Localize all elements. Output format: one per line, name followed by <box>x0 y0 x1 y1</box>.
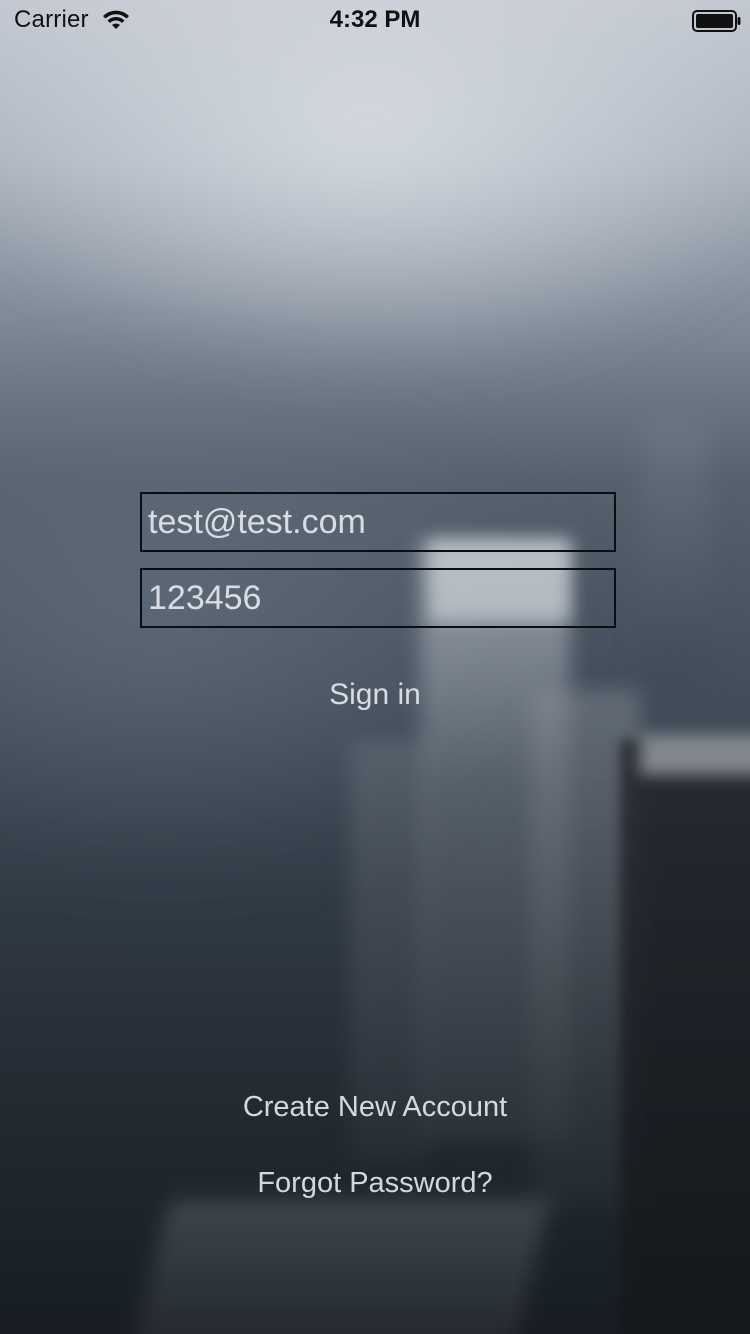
password-field[interactable] <box>140 568 616 628</box>
forgot-password-button[interactable]: Forgot Password? <box>0 1167 750 1200</box>
sign-in-button[interactable]: Sign in <box>0 678 750 712</box>
login-screen: Carrier 4:32 PM Sign in Create New Accou… <box>0 0 750 1334</box>
background-building <box>620 740 750 1334</box>
background-building <box>640 735 750 775</box>
status-bar: Carrier 4:32 PM <box>0 0 750 40</box>
background-building <box>130 1200 550 1334</box>
create-account-button[interactable]: Create New Account <box>0 1091 750 1124</box>
background-building <box>640 420 710 680</box>
battery-full-icon <box>692 10 741 32</box>
background-fog <box>0 0 750 380</box>
email-field[interactable] <box>140 492 616 552</box>
clock: 4:32 PM <box>329 6 421 33</box>
